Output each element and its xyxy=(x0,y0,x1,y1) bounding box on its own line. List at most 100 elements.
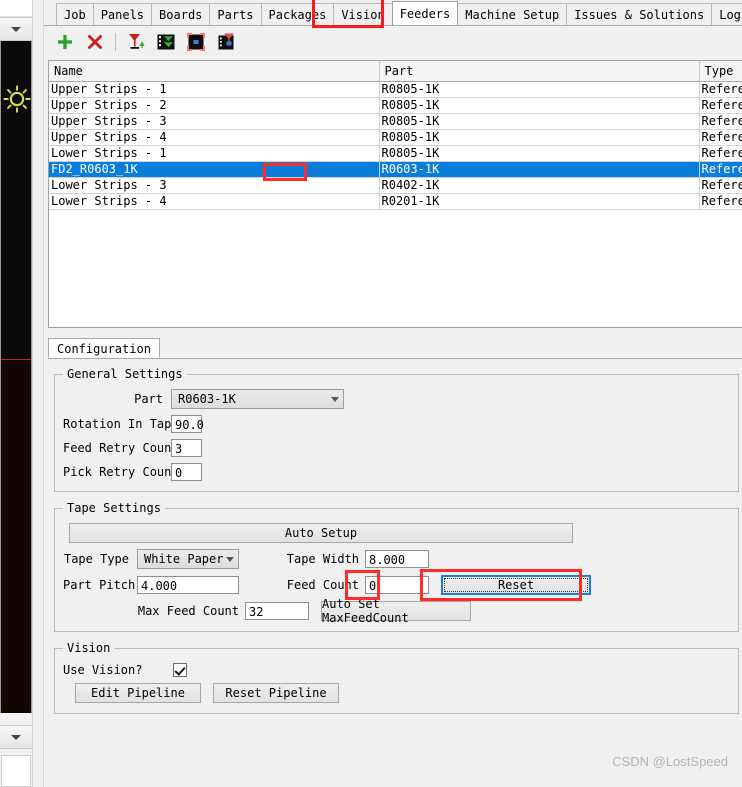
camera-preview-panel[interactable] xyxy=(0,41,32,713)
pick-part-button[interactable] xyxy=(211,29,241,55)
feed-tape-icon xyxy=(157,34,175,50)
vision-group: Vision Use Vision? Edit Pipeline Reset P… xyxy=(54,641,739,714)
application-window: Job Panels Boards Parts Packages Vision … xyxy=(0,0,742,787)
auto-set-max-feed-count-button[interactable]: Auto Set MaxFeedCount xyxy=(321,597,471,625)
general-settings-group: General Settings Part R0603-1K Rotation … xyxy=(54,367,739,492)
tab-parts[interactable]: Parts xyxy=(209,3,262,25)
chevron-down-icon xyxy=(331,396,339,402)
cell-part: R0805-1K xyxy=(379,97,700,114)
cell-name: Lower Strips - 1 xyxy=(49,145,380,162)
feeders-table[interactable]: Name Part Type Upper Strips - 1 R0805-1K… xyxy=(48,60,742,328)
tape-width-label: Tape Width xyxy=(286,552,359,566)
chevron-down-icon xyxy=(11,26,21,32)
column-header-name[interactable]: Name xyxy=(49,61,380,82)
cell-type: Referenc xyxy=(699,129,742,146)
part-select[interactable]: R0603-1K xyxy=(171,389,344,409)
cell-part: R0603-1K xyxy=(379,161,700,178)
tape-settings-legend: Tape Settings xyxy=(67,501,161,515)
pick-retry-count-input[interactable]: 0 xyxy=(171,463,202,481)
cell-type: Referenc xyxy=(699,161,742,178)
column-header-part[interactable]: Part xyxy=(379,61,700,82)
table-row[interactable]: Upper Strips - 4 R0805-1K Referenc xyxy=(49,129,742,146)
table-row-selected[interactable]: FD2_R0603_1K R0603-1K Referenc xyxy=(49,161,742,178)
column-header-type[interactable]: Type xyxy=(699,61,742,82)
cell-type: Referenc xyxy=(699,97,742,114)
use-vision-label: Use Vision? xyxy=(63,663,143,677)
pick-retry-count-label: Pick Retry Count xyxy=(63,465,179,479)
toolbar-separator xyxy=(115,33,116,51)
auto-setup-button[interactable]: Auto Setup xyxy=(69,523,573,543)
configuration-tabstrip: Configuration xyxy=(48,338,742,359)
cell-type: Referenc xyxy=(699,193,742,210)
tape-type-select-value: White Paper xyxy=(144,552,224,566)
edit-pipeline-button[interactable]: Edit Pipeline xyxy=(75,683,201,703)
tab-issues-solutions[interactable]: Issues & Solutions xyxy=(566,3,713,25)
show-part-button[interactable] xyxy=(181,29,211,55)
cell-type: Referenc xyxy=(699,113,742,130)
cell-name: Upper Strips - 3 xyxy=(49,113,380,130)
rail-bottom-spacer xyxy=(0,713,32,725)
tape-type-label: Tape Type xyxy=(63,552,129,566)
feed-count-input[interactable]: 0 xyxy=(365,576,429,594)
cell-type: Referenc xyxy=(699,177,742,194)
general-settings-legend: General Settings xyxy=(67,367,183,381)
tab-vision[interactable]: Vision xyxy=(333,3,393,25)
reset-pipeline-button[interactable]: Reset Pipeline xyxy=(213,683,339,703)
add-feeder-button[interactable] xyxy=(50,29,80,55)
rail-top-spacer xyxy=(0,0,32,17)
tape-width-input[interactable]: 8.000 xyxy=(365,550,429,568)
feed-retry-count-input[interactable]: 3 xyxy=(171,439,202,457)
main-tabbar: Job Panels Boards Parts Packages Vision … xyxy=(44,0,742,28)
plus-icon xyxy=(58,35,72,49)
tab-configuration[interactable]: Configuration xyxy=(48,338,160,358)
part-select-value: R0603-1K xyxy=(178,392,236,406)
part-pitch-input[interactable]: 4.000 xyxy=(137,576,239,594)
rail-bottom-box xyxy=(1,755,31,787)
cell-part: R0805-1K xyxy=(379,145,700,162)
delete-feeder-button[interactable] xyxy=(80,29,110,55)
tab-job[interactable]: Job xyxy=(56,3,94,25)
reset-button[interactable]: Reset xyxy=(441,575,591,595)
cell-part: R0201-1K xyxy=(379,193,700,210)
max-feed-count-label: Max Feed Count xyxy=(137,604,239,618)
part-pitch-label: Part Pitch xyxy=(63,578,136,592)
cell-type: Referenc xyxy=(699,145,742,162)
tab-machine-setup[interactable]: Machine Setup xyxy=(457,3,568,25)
tab-boards[interactable]: Boards xyxy=(151,3,211,25)
rail-scrollbar-strip[interactable] xyxy=(33,0,44,787)
pick-feeder-button[interactable] xyxy=(121,29,151,55)
configuration-body: General Settings Part R0603-1K Rotation … xyxy=(48,359,742,714)
cross-icon xyxy=(88,35,102,49)
table-row[interactable]: Upper Strips - 2 R0805-1K Referenc xyxy=(49,97,742,114)
tab-packages[interactable]: Packages xyxy=(260,3,335,25)
cell-name: Upper Strips - 4 xyxy=(49,129,380,146)
feed-button[interactable] xyxy=(151,29,181,55)
chevron-down-icon xyxy=(11,734,21,740)
use-vision-checkbox[interactable] xyxy=(173,663,187,677)
tab-panels[interactable]: Panels xyxy=(92,3,153,25)
cell-name: Upper Strips - 2 xyxy=(49,97,380,114)
max-feed-count-input[interactable]: 32 xyxy=(245,602,309,620)
tape-type-select[interactable]: White Paper xyxy=(137,549,239,569)
camera-panel-collapse-bottom[interactable] xyxy=(0,725,32,749)
part-label: Part xyxy=(134,392,163,406)
table-row[interactable]: Lower Strips - 3 R0402-1K Referenc xyxy=(49,177,742,194)
camera-panel-collapse-top[interactable] xyxy=(0,17,32,41)
sun-brightness-icon xyxy=(3,85,31,113)
pick-nozzle-icon xyxy=(129,34,145,49)
rotation-in-tape-label: Rotation In Tape xyxy=(63,417,179,431)
table-row[interactable]: Upper Strips - 3 R0805-1K Referenc xyxy=(49,113,742,130)
table-row[interactable]: Upper Strips - 1 R0805-1K Referenc xyxy=(49,81,742,98)
cell-part: R0805-1K xyxy=(379,81,700,98)
tab-feeders[interactable]: Feeders xyxy=(391,1,459,25)
table-row[interactable]: Lower Strips - 1 R0805-1K Referenc xyxy=(49,145,742,162)
left-camera-rail xyxy=(0,0,33,787)
table-row[interactable]: Lower Strips - 4 R0201-1K Referenc xyxy=(49,193,742,210)
main-content: Job Panels Boards Parts Packages Vision … xyxy=(44,0,742,787)
rotation-in-tape-input[interactable]: 90.0 xyxy=(171,415,204,433)
watermark: CSDN @LostSpeed xyxy=(612,754,728,769)
cell-part: R0805-1K xyxy=(379,113,700,130)
tab-log[interactable]: Log xyxy=(711,3,742,25)
feed-retry-count-label: Feed Retry Count xyxy=(63,441,179,455)
cell-part: R0805-1K xyxy=(379,129,700,146)
